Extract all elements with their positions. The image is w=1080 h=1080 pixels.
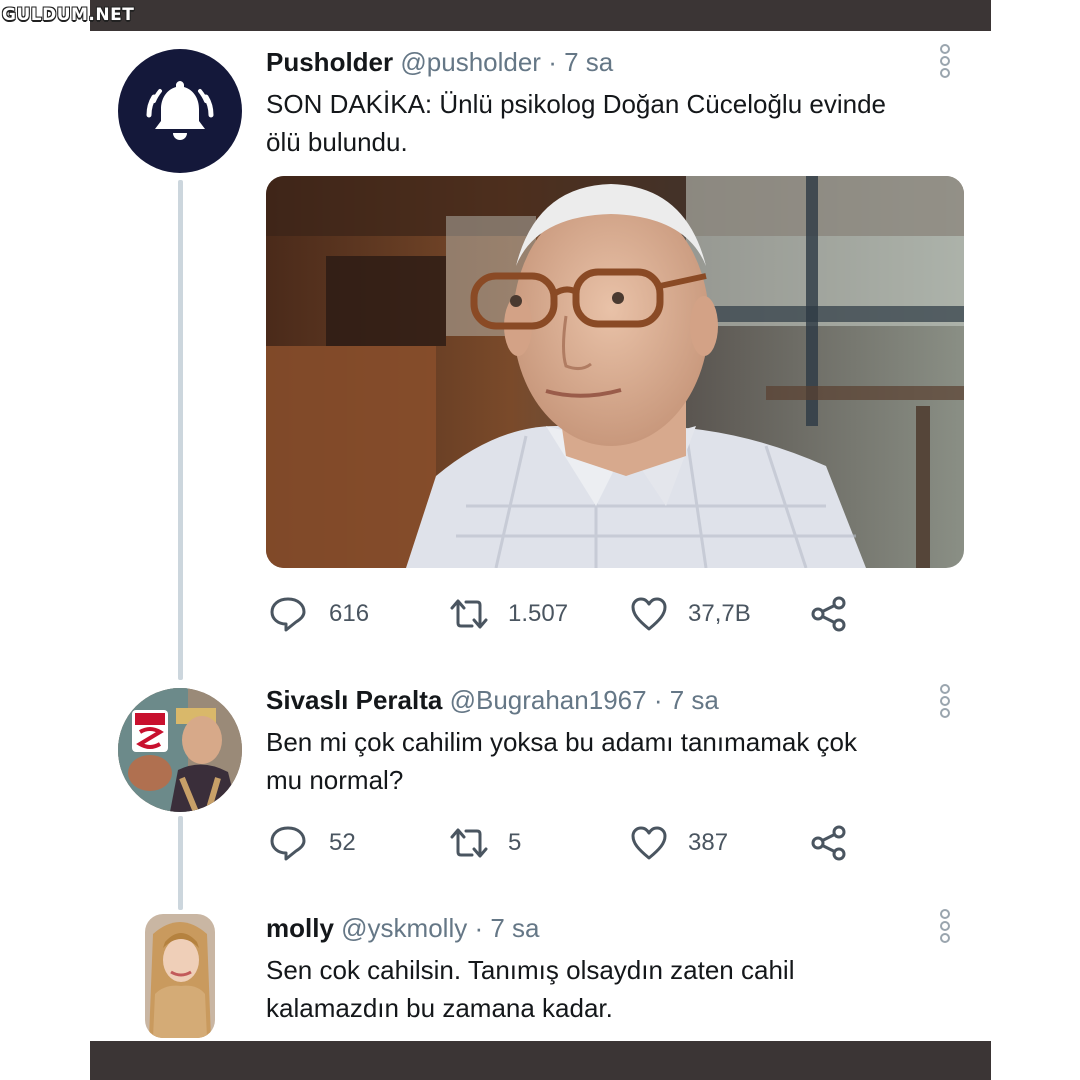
bottom-frame-bar xyxy=(90,1041,991,1080)
reply-count: 616 xyxy=(329,600,370,627)
tweet-header: Sivaslı Peralta @Bugrahan1967 · 7 sa xyxy=(266,685,719,716)
heart-icon xyxy=(631,597,667,631)
reply-icon xyxy=(270,826,306,861)
handle[interactable]: @Bugrahan1967 xyxy=(450,685,647,715)
avatar[interactable] xyxy=(118,688,242,812)
tweet-text-line: Sen cok cahilsin. Tanımış olsaydın zaten… xyxy=(266,955,795,985)
timestamp[interactable]: · 7 sa xyxy=(654,685,719,715)
timestamp[interactable]: · 7 sa xyxy=(548,47,613,77)
like-count: 37,7B xyxy=(688,600,751,627)
retweet-button[interactable]: 5 xyxy=(448,824,521,862)
more-options-icon[interactable] xyxy=(938,683,952,719)
more-options-icon[interactable] xyxy=(938,908,952,944)
display-name[interactable]: Pusholder xyxy=(266,47,393,77)
share-icon xyxy=(811,825,846,861)
display-name[interactable]: molly xyxy=(266,913,334,943)
like-button[interactable]: 37,7B xyxy=(630,595,751,633)
share-button[interactable] xyxy=(810,595,848,633)
handle[interactable]: @yskmolly xyxy=(341,913,467,943)
watermark: GULDUM.NET xyxy=(2,5,135,25)
timestamp[interactable]: · 7 sa xyxy=(474,913,539,943)
thread-line xyxy=(178,180,183,680)
tweet-text: Ben mi çok cahilim yoksa bu adamı tanıma… xyxy=(266,723,966,799)
more-options-icon[interactable] xyxy=(938,43,952,79)
tweet-text: SON DAKİKA: Ünlü psikolog Doğan Cüceloğl… xyxy=(266,85,966,161)
retweet-button[interactable]: 1.507 xyxy=(448,595,568,633)
share-button[interactable] xyxy=(810,824,848,862)
share-icon xyxy=(811,596,846,632)
reply-count: 52 xyxy=(329,829,356,856)
handle[interactable]: @pusholder xyxy=(400,47,541,77)
thread-line xyxy=(178,816,183,910)
retweet-count: 5 xyxy=(508,829,522,856)
tweet-header: Pusholder @pusholder · 7 sa xyxy=(266,47,613,78)
tweet-text-line: mu normal? xyxy=(266,765,404,795)
top-frame-bar xyxy=(90,0,991,31)
tweet-text-line: SON DAKİKA: Ünlü psikolog Doğan Cüceloğl… xyxy=(266,89,887,119)
retweet-icon xyxy=(450,599,488,629)
tweet-header: molly @yskmolly · 7 sa xyxy=(266,913,540,944)
avatar[interactable] xyxy=(145,914,215,1038)
tweet-text-line: kalamazdın bu zamana kadar. xyxy=(266,993,613,1023)
reply-icon xyxy=(270,597,306,632)
tweet-photo[interactable] xyxy=(266,176,964,568)
tweet-text-line: ölü bulundu. xyxy=(266,127,408,157)
tweet-text-line: Ben mi çok cahilim yoksa bu adamı tanıma… xyxy=(266,727,858,757)
avatar-photo xyxy=(118,688,242,812)
display-name[interactable]: Sivaslı Peralta xyxy=(266,685,442,715)
avatar-photo xyxy=(145,914,215,1038)
bell-icon xyxy=(146,81,214,140)
like-count: 387 xyxy=(688,829,729,856)
heart-icon xyxy=(631,826,667,860)
reply-button[interactable]: 52 xyxy=(269,824,356,862)
reply-button[interactable]: 616 xyxy=(269,595,369,633)
avatar[interactable] xyxy=(118,49,242,173)
tweet-text: Sen cok cahilsin. Tanımış olsaydın zaten… xyxy=(266,951,966,1027)
retweet-icon xyxy=(450,828,488,858)
retweet-count: 1.507 xyxy=(508,600,569,627)
like-button[interactable]: 387 xyxy=(630,824,728,862)
portrait-photo xyxy=(266,176,964,568)
